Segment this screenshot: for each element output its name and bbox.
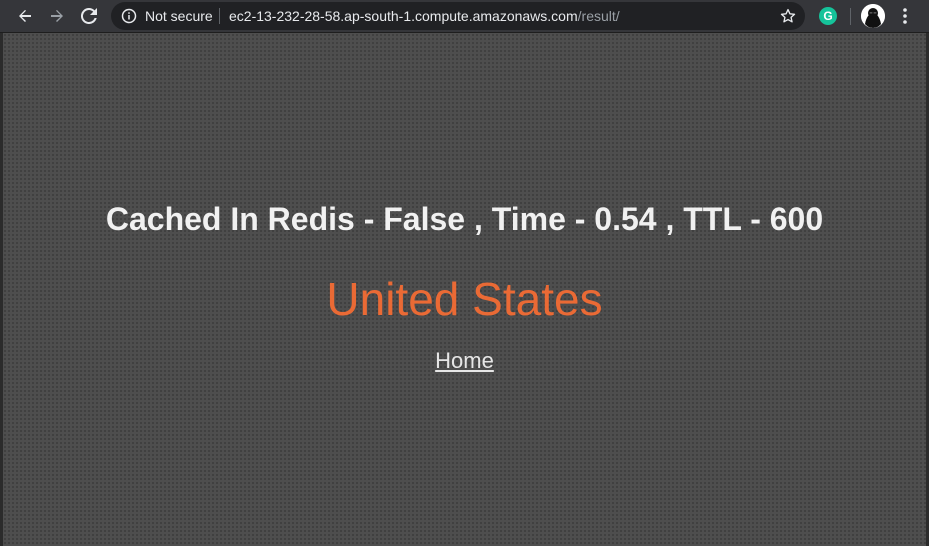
cache-status-heading: Cached In Redis - False , Time - 0.54 , …: [105, 201, 824, 237]
url-text[interactable]: ec2-13-232-28-58.ap-south-1.compute.amaz…: [229, 2, 620, 30]
grammarly-extension-icon[interactable]: G: [819, 7, 837, 25]
arrow-left-icon: [19, 10, 31, 22]
profile-avatar[interactable]: [861, 4, 885, 28]
vertical-dots-icon[interactable]: [897, 6, 913, 26]
reload-button[interactable]: [76, 4, 102, 28]
omnibox-divider: [219, 8, 220, 24]
browser-toolbar: Not secure ec2-13-232-28-58.ap-south-1.c…: [0, 0, 929, 33]
page-viewport: Cached In Redis - False , Time - 0.54 , …: [0, 33, 929, 546]
arrow-right-icon: [51, 10, 63, 22]
reload-icon: [81, 8, 97, 24]
back-button[interactable]: [12, 4, 38, 28]
browser-window: Not secure ec2-13-232-28-58.ap-south-1.c…: [0, 0, 929, 546]
security-status[interactable]: Not secure: [145, 2, 213, 30]
home-link[interactable]: Home: [435, 348, 494, 373]
forward-button[interactable]: [44, 4, 70, 28]
home-link-container: Home: [3, 348, 926, 374]
star-icon[interactable]: [779, 7, 797, 25]
address-bar[interactable]: Not secure ec2-13-232-28-58.ap-south-1.c…: [111, 2, 805, 30]
avatar-icon: [861, 4, 885, 28]
toolbar-divider: [850, 8, 851, 25]
url-path: /result/: [577, 8, 620, 24]
grammarly-letter: G: [823, 9, 833, 23]
country-result: United States: [326, 273, 603, 325]
info-icon[interactable]: [121, 8, 137, 24]
url-host: ec2-13-232-28-58.ap-south-1.compute.amaz…: [229, 8, 578, 24]
